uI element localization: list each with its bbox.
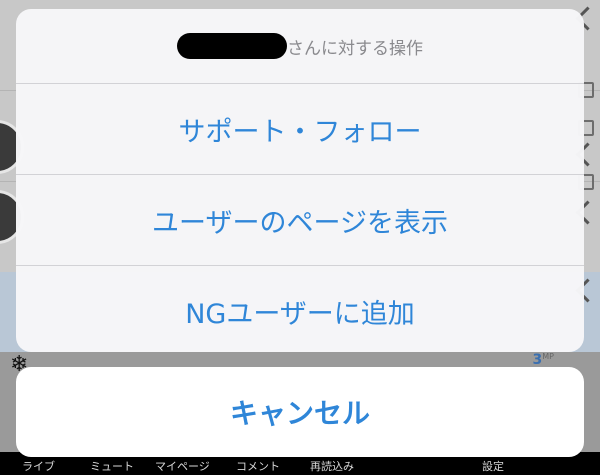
tab-mypage[interactable]: マイページ xyxy=(155,458,210,474)
tab-settings[interactable]: 設定 xyxy=(482,458,504,474)
tab-mute[interactable]: ミュート xyxy=(90,458,134,474)
action-sheet-header: さんに対する操作 xyxy=(16,9,584,84)
view-user-page-button[interactable]: ユーザーのページを表示 xyxy=(16,175,584,266)
tab-reload[interactable]: 再読込み xyxy=(310,458,354,474)
action-sheet: さんに対する操作 サポート・フォロー ユーザーのページを表示 NGユーザーに追加 xyxy=(16,9,584,352)
add-ng-user-button[interactable]: NGユーザーに追加 xyxy=(16,266,584,352)
redacted-username xyxy=(177,33,287,59)
item-count: 3MP xyxy=(532,352,554,368)
tab-comment[interactable]: コメント xyxy=(236,458,280,474)
support-follow-button[interactable]: サポート・フォロー xyxy=(16,84,584,175)
action-sheet-title: さんに対する操作 xyxy=(287,38,423,59)
tab-live[interactable]: ライブ xyxy=(22,458,55,474)
cancel-button[interactable]: キャンセル xyxy=(16,367,584,457)
